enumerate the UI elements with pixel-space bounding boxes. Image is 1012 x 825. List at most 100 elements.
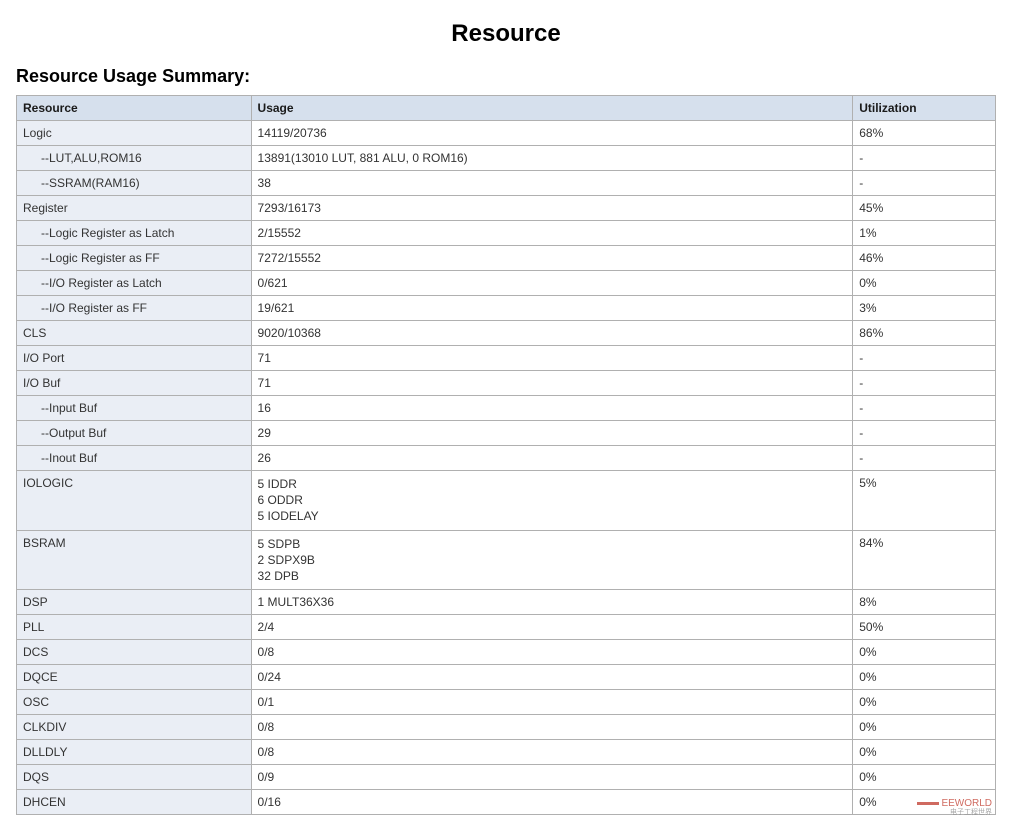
cell-resource: --Output Buf	[17, 421, 252, 446]
table-row: --Logic Register as Latch2/155521%	[17, 221, 996, 246]
cell-resource-label: DSP	[23, 595, 48, 609]
cell-utilization: -	[853, 421, 996, 446]
cell-utilization: 0%	[853, 715, 996, 740]
cell-utilization: 0%	[853, 765, 996, 790]
cell-usage: 1 MULT36X36	[251, 590, 853, 615]
watermark-bar-icon	[917, 802, 939, 805]
cell-usage: 5 SDPB 2 SDPX9B 32 DPB	[251, 530, 853, 590]
cell-utilization: 0%	[853, 640, 996, 665]
cell-resource: Logic	[17, 121, 252, 146]
cell-usage: 0/16	[251, 790, 853, 815]
cell-usage: 13891(13010 LUT, 881 ALU, 0 ROM16)	[251, 146, 853, 171]
cell-utilization: -	[853, 446, 996, 471]
cell-resource: OSC	[17, 690, 252, 715]
section-subtitle: Resource Usage Summary:	[16, 66, 996, 87]
table-row: I/O Buf 71-	[17, 371, 996, 396]
table-row: --LUT,ALU,ROM1613891(13010 LUT, 881 ALU,…	[17, 146, 996, 171]
cell-usage: 0/621	[251, 271, 853, 296]
table-row: OSC0/10%	[17, 690, 996, 715]
cell-resource-label: CLS	[23, 326, 46, 340]
cell-usage: 0/9	[251, 765, 853, 790]
cell-usage: 29	[251, 421, 853, 446]
cell-usage: 0/1	[251, 690, 853, 715]
table-header-row: Resource Usage Utilization	[17, 96, 996, 121]
cell-resource: --SSRAM(RAM16)	[17, 171, 252, 196]
cell-utilization: 86%	[853, 321, 996, 346]
cell-utilization: -	[853, 146, 996, 171]
cell-usage: 38	[251, 171, 853, 196]
cell-resource: --Inout Buf	[17, 446, 252, 471]
cell-resource: --Input Buf	[17, 396, 252, 421]
cell-resource: CLS	[17, 321, 252, 346]
table-row: Logic 14119/2073668%	[17, 121, 996, 146]
cell-resource: DLLDLY	[17, 740, 252, 765]
cell-utilization: -	[853, 346, 996, 371]
cell-resource-label: BSRAM	[23, 536, 66, 550]
cell-resource-label: --Inout Buf	[23, 451, 97, 465]
table-row: DSP1 MULT36X368%	[17, 590, 996, 615]
cell-resource-label: Logic	[23, 126, 52, 140]
cell-resource-label: --Input Buf	[23, 401, 97, 415]
cell-usage: 71	[251, 346, 853, 371]
cell-resource: I/O Port	[17, 346, 252, 371]
cell-resource: --Logic Register as FF	[17, 246, 252, 271]
cell-usage: 14119/20736	[251, 121, 853, 146]
table-row: --Input Buf 16-	[17, 396, 996, 421]
cell-resource: IOLOGIC	[17, 471, 252, 531]
cell-utilization: -	[853, 371, 996, 396]
cell-usage: 0/8	[251, 640, 853, 665]
cell-resource-label: I/O Buf	[23, 376, 60, 390]
cell-resource: --I/O Register as Latch	[17, 271, 252, 296]
cell-resource-label: DQCE	[23, 670, 58, 684]
col-header-utilization: Utilization	[853, 96, 996, 121]
cell-utilization: 45%	[853, 196, 996, 221]
cell-usage: 16	[251, 396, 853, 421]
table-row: DLLDLY0/80%	[17, 740, 996, 765]
cell-usage: 19/621	[251, 296, 853, 321]
cell-resource: CLKDIV	[17, 715, 252, 740]
cell-utilization: 68%	[853, 121, 996, 146]
cell-resource-label: IOLOGIC	[23, 476, 73, 490]
table-row: I/O Port71-	[17, 346, 996, 371]
cell-resource-label: --SSRAM(RAM16)	[23, 176, 140, 190]
cell-resource: DSP	[17, 590, 252, 615]
cell-resource: DQS	[17, 765, 252, 790]
cell-usage: 26	[251, 446, 853, 471]
cell-usage: 0/24	[251, 665, 853, 690]
table-row: CLS9020/1036886%	[17, 321, 996, 346]
table-row: DQS 0/90%	[17, 765, 996, 790]
table-row: --Inout Buf 26-	[17, 446, 996, 471]
cell-utilization: 3%	[853, 296, 996, 321]
table-row: --SSRAM(RAM16)38-	[17, 171, 996, 196]
cell-utilization: 50%	[853, 615, 996, 640]
table-row: BSRAM 5 SDPB 2 SDPX9B 32 DPB84%	[17, 530, 996, 590]
cell-resource-label: DHCEN	[23, 795, 66, 809]
cell-utilization: 84%	[853, 530, 996, 590]
table-row: Register 7293/1617345%	[17, 196, 996, 221]
cell-resource: Register	[17, 196, 252, 221]
table-row: DQCE0/240%	[17, 665, 996, 690]
table-row: --Logic Register as FF7272/1555246%	[17, 246, 996, 271]
cell-resource: DQCE	[17, 665, 252, 690]
cell-resource-label: DQS	[23, 770, 49, 784]
table-row: --Output Buf29-	[17, 421, 996, 446]
table-row: PLL2/450%	[17, 615, 996, 640]
table-row: --I/O Register as FF19/6213%	[17, 296, 996, 321]
cell-resource: BSRAM	[17, 530, 252, 590]
cell-resource-label: Register	[23, 201, 68, 215]
cell-usage: 5 IDDR 6 ODDR 5 IODELAY	[251, 471, 853, 531]
cell-resource-label: DLLDLY	[23, 745, 67, 759]
cell-usage: 71	[251, 371, 853, 396]
cell-resource-label: --I/O Register as Latch	[23, 276, 162, 290]
cell-utilization: -	[853, 396, 996, 421]
cell-usage: 7293/16173	[251, 196, 853, 221]
watermark: EEWORLD 电子工程世界	[917, 798, 992, 817]
cell-resource-label: --Logic Register as Latch	[23, 226, 174, 240]
watermark-subtext: 电子工程世界	[917, 807, 992, 817]
table-row: DHCEN0/160%	[17, 790, 996, 815]
cell-resource: --Logic Register as Latch	[17, 221, 252, 246]
table-row: CLKDIV0/80%	[17, 715, 996, 740]
cell-resource-label: DCS	[23, 645, 48, 659]
table-row: IOLOGIC5 IDDR 6 ODDR 5 IODELAY5%	[17, 471, 996, 531]
cell-resource: --I/O Register as FF	[17, 296, 252, 321]
